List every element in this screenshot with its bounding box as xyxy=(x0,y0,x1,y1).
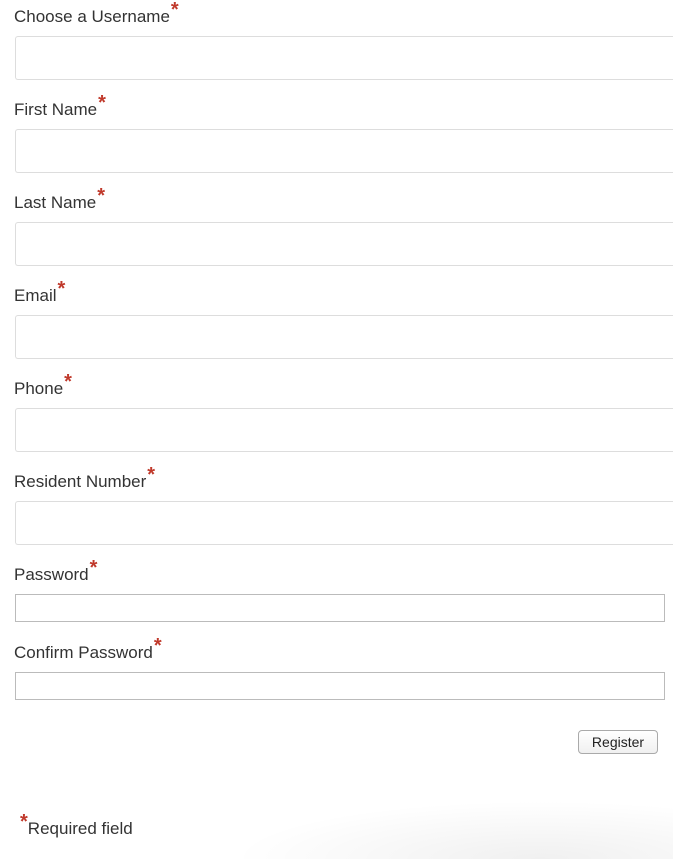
required-marker: * xyxy=(20,811,28,833)
required-marker: * xyxy=(98,92,106,114)
required-marker: * xyxy=(64,371,72,393)
resident-number-label-text: Resident Number xyxy=(14,472,147,491)
last-name-label: Last Name* xyxy=(14,186,105,213)
password-label-text: Password xyxy=(14,565,89,584)
resident-number-input[interactable] xyxy=(15,501,673,545)
password-label: Password* xyxy=(14,558,97,585)
required-field-note: *Required field xyxy=(20,812,133,839)
required-marker: * xyxy=(147,464,156,486)
required-field-note-text: Required field xyxy=(27,819,133,838)
first-name-label-text: First Name xyxy=(14,100,98,119)
required-marker: * xyxy=(153,635,162,657)
phone-input[interactable] xyxy=(15,408,673,452)
phone-label: Phone* xyxy=(14,372,72,399)
password-input[interactable] xyxy=(15,594,665,622)
resident-number-label: Resident Number* xyxy=(14,465,155,492)
last-name-label-text: Last Name xyxy=(14,193,97,212)
confirm-password-input[interactable] xyxy=(15,672,665,700)
last-name-input[interactable] xyxy=(15,222,673,266)
username-label-text: Choose a Username xyxy=(14,7,170,26)
register-button[interactable]: Register xyxy=(578,730,658,754)
bottom-shadow xyxy=(230,800,673,859)
required-marker: * xyxy=(97,185,105,207)
email-input[interactable] xyxy=(15,315,673,359)
required-marker: * xyxy=(89,557,98,579)
phone-label-text: Phone xyxy=(14,379,64,398)
email-label-text: Email xyxy=(14,286,57,305)
first-name-label: First Name* xyxy=(14,93,106,120)
first-name-input[interactable] xyxy=(15,129,673,173)
confirm-password-label: Confirm Password* xyxy=(14,636,162,663)
username-input[interactable] xyxy=(15,36,673,80)
required-marker: * xyxy=(57,278,66,300)
confirm-password-label-text: Confirm Password xyxy=(14,643,153,662)
required-marker: * xyxy=(170,0,179,21)
username-label: Choose a Username* xyxy=(14,0,179,27)
email-label: Email* xyxy=(14,279,65,306)
